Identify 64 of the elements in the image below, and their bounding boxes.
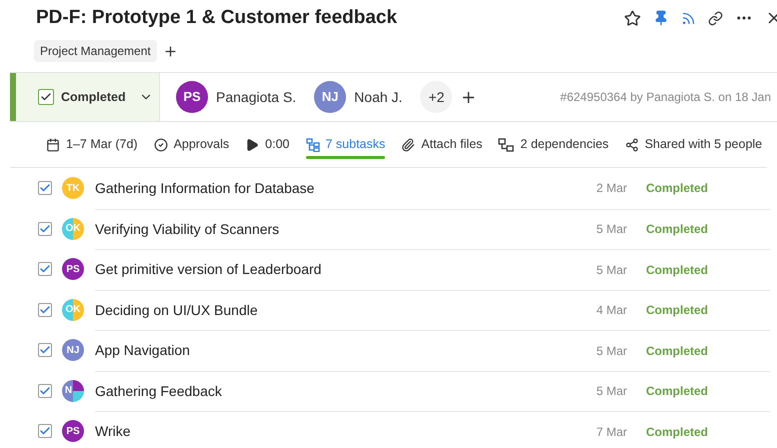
- status-label: Completed: [646, 302, 710, 320]
- assignee-name: Panagiota S.: [216, 88, 296, 107]
- toolbar-tab[interactable]: Approvals: [154, 122, 230, 167]
- subtask-title[interactable]: Deciding on UI/UX Bundle: [95, 300, 258, 321]
- status-label: Completed: [646, 262, 710, 279]
- avatar[interactable]: PS: [176, 81, 208, 113]
- task-meta: #624950364 by Panagiota S. on 18 Jan: [560, 89, 772, 106]
- task-title: PD-F: Prototype 1 & Customer feedback: [36, 6, 398, 30]
- due-date: 5 Mar: [595, 262, 627, 279]
- status-label: Completed: [646, 383, 710, 400]
- toolbar-tab[interactable]: 0:00: [245, 122, 290, 167]
- share-icon: [624, 138, 639, 152]
- subtask-title[interactable]: Gathering Feedback: [95, 380, 222, 402]
- subtask-checkbox[interactable]: [38, 222, 52, 236]
- play-icon: [245, 138, 260, 152]
- subtask-title[interactable]: Verifying Viability of Scanners: [95, 218, 280, 240]
- due-date: 5 Mar: [595, 221, 627, 238]
- tag[interactable]: Project Management: [34, 40, 157, 62]
- subtask-checkbox[interactable]: [38, 424, 52, 438]
- star-icon[interactable]: [624, 10, 641, 26]
- due-date: 2 Mar: [595, 180, 627, 198]
- check-circle-icon: [154, 138, 168, 152]
- subtask-title[interactable]: Get primitive version of Leaderboard: [95, 259, 322, 280]
- more-assignees-button[interactable]: +2: [420, 81, 452, 113]
- check-icon: [39, 384, 51, 397]
- subtask-checkbox[interactable]: [38, 384, 52, 398]
- toolbar-tab[interactable]: 1–7 Mar (7d): [46, 122, 138, 167]
- avatar: PS: [62, 258, 84, 280]
- status-label: Completed: [646, 342, 710, 360]
- subtask-title[interactable]: Wrike: [95, 421, 131, 442]
- avatar: TK: [62, 177, 84, 200]
- pin-icon[interactable]: [653, 10, 669, 26]
- toolbar-tab[interactable]: Attach files: [401, 122, 482, 167]
- avatar: NJ: [62, 339, 84, 362]
- toolbar-tab[interactable]: 2 dependencies: [498, 122, 609, 167]
- due-date: 4 Mar: [595, 302, 627, 320]
- link-icon[interactable]: [708, 10, 723, 26]
- subtask-checkbox[interactable]: [38, 302, 52, 317]
- subtask-checkbox[interactable]: [38, 181, 52, 196]
- add-tag-icon[interactable]: [162, 44, 178, 58]
- status-label: Completed: [646, 221, 710, 238]
- subtasks-icon: [306, 138, 320, 152]
- due-date: 5 Mar: [595, 342, 627, 360]
- status-label: Completed: [646, 424, 710, 441]
- check-icon: [39, 222, 51, 235]
- paperclip-icon: [401, 138, 416, 152]
- subtask-checkbox[interactable]: [38, 343, 52, 358]
- avatar: PS: [62, 420, 84, 442]
- assignee-name: Noah J.: [354, 88, 402, 106]
- due-date: 5 Mar: [595, 383, 627, 400]
- rss-icon[interactable]: [681, 10, 696, 26]
- subtask-title[interactable]: App Navigation: [95, 340, 190, 362]
- subtask-title[interactable]: Gathering Information for Database: [95, 178, 314, 199]
- due-date: 7 Mar: [595, 424, 627, 441]
- dependencies-icon: [498, 138, 514, 152]
- check-icon: [40, 91, 52, 103]
- status-checkbox[interactable]: [38, 89, 54, 105]
- check-icon: [39, 304, 51, 316]
- toolbar-tab[interactable]: 7 subtasks: [306, 122, 386, 167]
- calendar-icon: [46, 138, 60, 152]
- toolbar-tab[interactable]: Shared with 5 people: [624, 122, 762, 167]
- status-dropdown[interactable]: Completed: [10, 73, 160, 121]
- subtask-checkbox[interactable]: [38, 262, 52, 276]
- status-label: Completed: [646, 180, 710, 198]
